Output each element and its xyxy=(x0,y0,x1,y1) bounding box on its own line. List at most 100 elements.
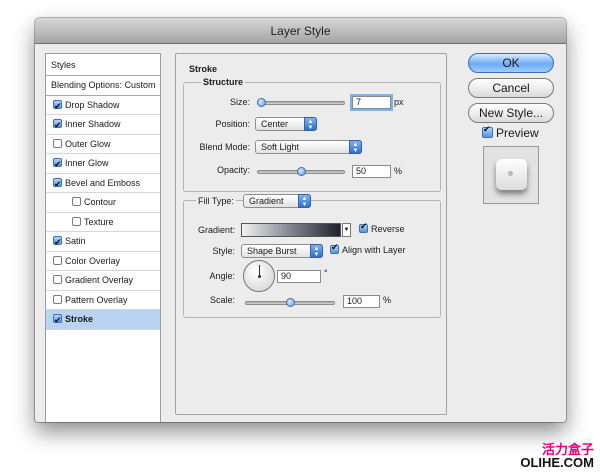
fill-type-value: Gradient xyxy=(249,196,284,206)
style-item-label: Inner Glow xyxy=(65,158,109,168)
angle-dial[interactable] xyxy=(243,260,275,292)
style-checkbox-icon[interactable] xyxy=(53,176,62,195)
style-checkbox-icon[interactable] xyxy=(53,294,62,304)
style-item-satin[interactable]: Satin xyxy=(46,232,160,254)
cancel-button[interactable]: Cancel xyxy=(468,78,554,98)
reverse-label: Reverse xyxy=(371,224,405,234)
angle-unit: ° xyxy=(324,268,328,278)
style-item-label: Stroke xyxy=(65,314,94,324)
style-checkbox-icon[interactable] xyxy=(53,255,62,265)
size-field[interactable]: 7 xyxy=(352,96,391,109)
style-item-label: Contour xyxy=(84,197,117,207)
blending-options-item[interactable]: Blending Options: Custom xyxy=(46,76,160,96)
opacity-unit: % xyxy=(394,166,403,176)
position-dropdown[interactable]: Center ▲ ▼ xyxy=(255,117,317,131)
style-item-stroke[interactable]: Stroke xyxy=(46,310,160,332)
position-value: Center xyxy=(261,119,289,129)
opacity-slider[interactable] xyxy=(257,167,345,176)
style-item-label: Inner Shadow xyxy=(65,119,121,129)
style-checkbox-icon[interactable] xyxy=(53,138,62,148)
dialog-title: Layer Style xyxy=(35,18,566,44)
position-dropdown-arrow-icon: ▲ ▼ xyxy=(304,117,317,131)
style-item-label: Gradient Overlay xyxy=(65,275,134,285)
watermark-url: OLIHE.COM xyxy=(520,455,594,471)
gradient-style-dropdown[interactable]: Shape Burst ▲ ▼ xyxy=(241,244,323,258)
gradient-label: Gradient: xyxy=(197,225,235,235)
angle-label: Angle: xyxy=(209,271,235,281)
style-checkbox-icon[interactable] xyxy=(53,234,62,254)
opacity-field[interactable]: 50 xyxy=(352,165,391,178)
styles-header[interactable]: Styles xyxy=(46,54,160,76)
style-item-inner-glow[interactable]: Inner Glow xyxy=(46,154,160,176)
style-checkbox-icon[interactable] xyxy=(53,312,62,332)
gradient-picker-arrow-icon[interactable]: ▼ xyxy=(342,223,351,237)
style-checkbox-icon[interactable] xyxy=(53,98,62,117)
style-checkbox-icon[interactable] xyxy=(53,156,62,176)
structure-title: Structure xyxy=(201,77,246,87)
scale-slider[interactable] xyxy=(245,298,335,307)
gradient-style-dropdown-arrow-icon: ▲ ▼ xyxy=(310,244,323,258)
ok-button[interactable]: OK xyxy=(468,53,554,73)
style-item-label: Texture xyxy=(84,216,114,227)
style-item-texture[interactable]: Texture xyxy=(46,213,160,232)
blend-mode-label: Blend Mode: xyxy=(199,142,250,152)
watermark-chinese: 活力盒子 xyxy=(541,441,594,457)
style-checkbox-icon[interactable] xyxy=(72,216,81,226)
opacity-slider-knob[interactable] xyxy=(297,167,306,176)
opacity-label: Opacity: xyxy=(216,165,250,175)
layer-style-dialog: Layer Style Styles Blending Options: Cus… xyxy=(35,18,566,422)
preview-thumbnail xyxy=(483,146,539,204)
preview-check-icon[interactable] xyxy=(482,125,493,138)
fill-type-label: Fill Type: xyxy=(196,196,236,206)
style-item-label: Drop Shadow xyxy=(65,99,120,110)
blend-mode-dropdown[interactable]: Soft Light ▲ ▼ xyxy=(255,140,362,154)
style-item-label: Outer Glow xyxy=(65,138,111,149)
new-style-button[interactable]: New Style... xyxy=(468,103,554,123)
align-check-icon[interactable] xyxy=(330,243,339,254)
style-item-label: Pattern Overlay xyxy=(65,294,128,305)
blend-mode-value: Soft Light xyxy=(261,142,300,152)
scale-unit: % xyxy=(383,295,392,305)
fill-type-dropdown[interactable]: Gradient ▲ ▼ xyxy=(243,194,311,208)
align-with-layer-checkbox[interactable]: Align with Layer xyxy=(330,243,406,255)
style-label: Style: xyxy=(212,246,235,256)
style-item-label: Color Overlay xyxy=(65,255,121,266)
style-checkbox-icon[interactable] xyxy=(53,117,62,137)
watermark: 活力盒子 OLIHE.COM xyxy=(520,443,594,470)
preview-label: Preview xyxy=(496,126,539,140)
size-unit: px xyxy=(394,97,404,107)
size-label: Size: xyxy=(229,97,250,107)
reverse-check-icon[interactable] xyxy=(359,222,368,233)
style-item-gradient-overlay[interactable]: Gradient Overlay xyxy=(46,271,160,291)
style-item-color-overlay[interactable]: Color Overlay xyxy=(46,252,160,271)
style-item-label: Satin xyxy=(65,236,86,246)
style-checkbox-icon[interactable] xyxy=(72,197,81,206)
style-item-drop-shadow[interactable]: Drop Shadow xyxy=(46,96,160,117)
scale-field[interactable]: 100 xyxy=(343,295,380,308)
position-label: Position: xyxy=(215,119,250,129)
fill-type-group: Fill Type: Gradient ▲▼ Gradient: ▼ Rever… xyxy=(183,194,441,318)
styles-list: Styles Blending Options: Custom Drop Sha… xyxy=(45,53,161,422)
style-item-outer-glow[interactable]: Outer Glow xyxy=(46,135,160,154)
preview-checkbox[interactable]: Preview xyxy=(482,125,539,140)
scale-label: Scale: xyxy=(209,295,235,305)
blend-mode-dropdown-arrow-icon: ▲ ▼ xyxy=(349,140,362,154)
style-item-inner-shadow[interactable]: Inner Shadow xyxy=(46,115,160,137)
style-checkbox-icon[interactable] xyxy=(53,275,62,284)
style-item-bevel-and-emboss[interactable]: Bevel and Emboss xyxy=(46,174,160,195)
stroke-panel: Stroke Structure Size: 7 px Position: Ce… xyxy=(175,53,447,415)
size-slider[interactable] xyxy=(256,98,345,107)
size-slider-knob[interactable] xyxy=(256,98,266,107)
style-item-contour[interactable]: Contour xyxy=(46,193,160,213)
stroke-section-title: Stroke xyxy=(189,64,218,74)
gradient-picker[interactable] xyxy=(241,223,341,237)
style-item-label: Bevel and Emboss xyxy=(65,177,141,188)
gradient-style-value: Shape Burst xyxy=(247,246,297,256)
angle-field[interactable]: 90 xyxy=(277,270,321,283)
fill-type-dropdown-arrow-icon: ▲ ▼ xyxy=(298,194,311,208)
preview-shape xyxy=(496,159,527,190)
structure-group: Structure Size: 7 px Position: Center ▲ ▼… xyxy=(183,77,441,192)
reverse-checkbox[interactable]: Reverse xyxy=(359,222,405,234)
style-item-pattern-overlay[interactable]: Pattern Overlay xyxy=(46,291,160,310)
scale-slider-knob[interactable] xyxy=(286,298,295,307)
